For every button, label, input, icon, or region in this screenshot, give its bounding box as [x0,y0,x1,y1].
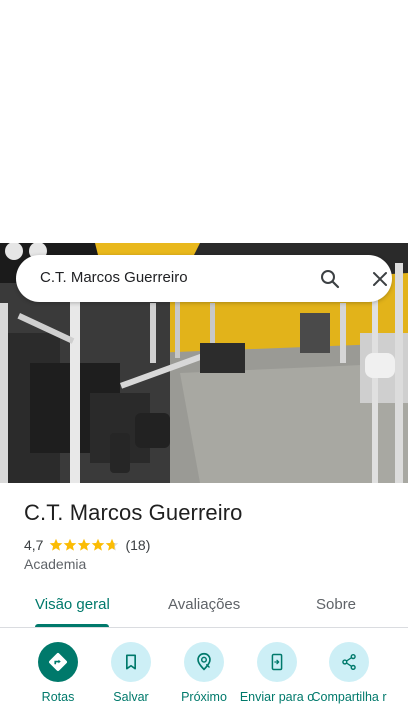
bookmark-icon [111,642,151,682]
star-icon [78,538,91,551]
review-count: (18) [125,537,151,553]
nearby-label: Próximo [181,690,227,704]
star-icon [64,538,77,551]
search-icon[interactable] [318,267,342,291]
star-icon [50,538,63,551]
tab-overview[interactable]: Visão geral [35,596,110,613]
rating-row[interactable]: 4,7 (18) [24,536,150,554]
send-to-phone-label: Enviar para o [239,690,315,704]
share-label: Compartilha r [311,690,387,704]
search-input[interactable]: C.T. Marcos Guerreiro [40,269,188,286]
star-icon [106,538,119,551]
send-to-phone-icon [257,642,297,682]
tab-bar: Visão geral Avaliações Sobre [0,584,408,628]
star-rating [49,538,119,552]
nearby-button[interactable]: Próximo [164,642,244,705]
search-bar[interactable]: C.T. Marcos Guerreiro [16,255,392,302]
directions-button[interactable]: Rotas [18,642,98,705]
tab-about[interactable]: Sobre [316,596,356,613]
share-icon [329,642,369,682]
share-button[interactable]: Compartilha r [309,642,389,705]
place-category: Academia [24,556,87,572]
active-tab-indicator [35,624,109,627]
rating-value: 4,7 [24,537,44,553]
save-button[interactable]: Salvar [91,642,171,705]
nearby-icon [184,642,224,682]
star-icon [92,538,105,551]
place-title: C.T. Marcos Guerreiro [24,500,243,525]
directions-icon [38,642,78,682]
save-label: Salvar [113,690,149,704]
close-icon[interactable] [368,267,392,291]
tab-reviews[interactable]: Avaliações [168,596,240,613]
directions-label: Rotas [41,690,75,704]
map-area-blank [0,0,408,243]
send-to-phone-button[interactable]: Enviar para o [237,642,317,705]
